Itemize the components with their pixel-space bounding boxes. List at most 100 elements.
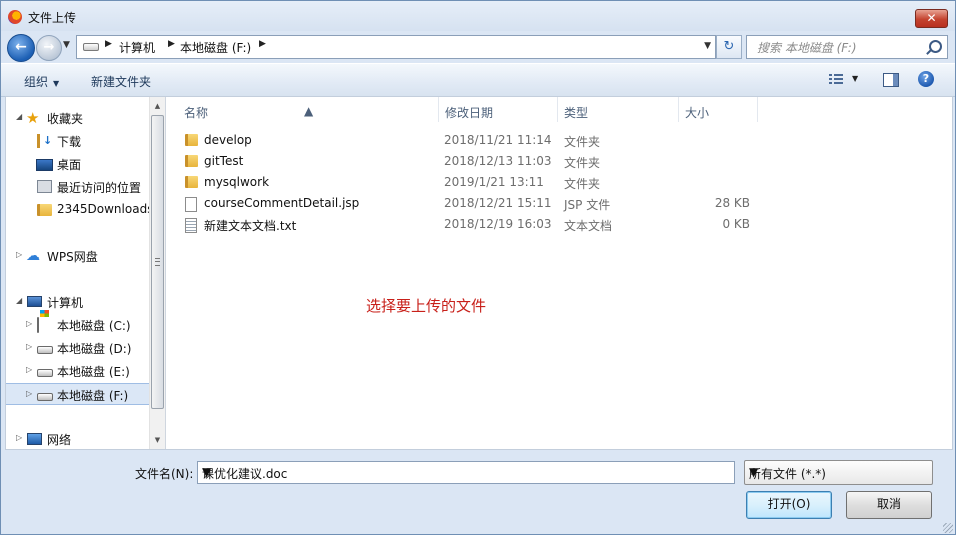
folder-icon: [185, 176, 198, 188]
sidebar-item-network[interactable]: ▷ 网络: [6, 428, 149, 449]
sidebar-item-favorites[interactable]: ◢ ★ 收藏夹: [6, 107, 149, 129]
file-date: 2018/12/21 15:11: [444, 196, 552, 210]
window-title: 文件上传: [28, 11, 77, 25]
collapse-arrow-icon[interactable]: ▷: [26, 365, 32, 374]
file-size: 0 KB: [722, 217, 750, 231]
sidebar-label-drive-e: 本地磁盘 (E:): [57, 365, 130, 379]
organize-menu[interactable]: 组织 ▼: [24, 73, 59, 90]
navigation-pane: ◢ ★ 收藏夹 下载 桌面 最近访问的位置 2345Downloads ▷: [6, 97, 149, 449]
file-row[interactable]: mysqlwork 2019/1/21 13:11 文件夹: [166, 172, 952, 193]
column-divider[interactable]: [757, 97, 758, 122]
drive-icon: [37, 369, 53, 377]
file-name: develop: [204, 133, 252, 147]
file-row[interactable]: develop 2018/11/21 11:14 文件夹: [166, 130, 952, 151]
collapse-arrow-icon[interactable]: ▷: [16, 433, 22, 442]
file-icon: [185, 197, 197, 212]
sidebar-item-drive-c[interactable]: ▷ 本地磁盘 (C:): [6, 314, 149, 336]
close-button[interactable]: ✕: [915, 9, 948, 28]
sidebar-item-desktop[interactable]: 桌面: [6, 153, 149, 175]
sidebar-label-wps-cloud: WPS网盘: [47, 250, 98, 264]
sidebar-item-downloads[interactable]: 下载: [6, 130, 149, 152]
computer-icon: [27, 296, 42, 307]
sidebar-label-computer: 计算机: [47, 296, 84, 310]
navigation-bar: ← → ▼ ▶ 计算机 ▶ 本地磁盘 (F:) ▶ ▼ ↻ 搜索 本地磁盘 (F…: [1, 31, 955, 62]
new-folder-button[interactable]: 新建文件夹: [91, 73, 151, 90]
breadcrumb-separator-icon[interactable]: ▶: [259, 39, 266, 49]
column-label-date: 修改日期: [445, 106, 494, 120]
sidebar-label-desktop: 桌面: [57, 158, 82, 172]
file-name: courseCommentDetail.jsp: [204, 196, 360, 210]
view-options-icon[interactable]: [829, 74, 843, 86]
command-toolbar: 组织 ▼ 新建文件夹 ▼ ?: [1, 63, 955, 97]
recent-places-icon: [37, 180, 52, 193]
drive-icon: [83, 43, 99, 51]
scrollbar-thumb[interactable]: [151, 115, 164, 409]
organize-label: 组织: [24, 75, 49, 89]
resize-grip-icon[interactable]: [943, 523, 953, 533]
column-label-size: 大小: [685, 106, 710, 120]
address-bar[interactable]: ▶ 计算机 ▶ 本地磁盘 (F:) ▶ ▼: [76, 35, 716, 59]
content-area: ◢ ★ 收藏夹 下载 桌面 最近访问的位置 2345Downloads ▷: [5, 96, 953, 450]
search-placeholder: 搜索 本地磁盘 (F:): [757, 41, 857, 55]
sidebar-item-recent-places[interactable]: 最近访问的位置: [6, 176, 149, 198]
sidebar-item-computer[interactable]: ◢ 计算机: [6, 291, 149, 313]
collapse-arrow-icon[interactable]: ▷: [26, 342, 32, 351]
breadcrumb-separator-icon[interactable]: ▶: [168, 39, 175, 49]
scroll-up-arrow-icon[interactable]: ▲: [150, 99, 165, 113]
breadcrumb-computer[interactable]: 计算机: [119, 39, 155, 56]
address-dropdown-icon[interactable]: ▼: [704, 41, 711, 51]
system-drive-icon: [37, 317, 39, 333]
dialog-footer: 文件名(N): 课优化建议.doc ▼ 所有文件 (*.*) ▼ 打开(O) 取…: [1, 449, 955, 534]
filetype-dropdown-icon[interactable]: ▼: [749, 465, 926, 479]
sidebar-item-drive-d[interactable]: ▷ 本地磁盘 (D:): [6, 337, 149, 359]
file-upload-dialog: 文件上传 ✕ ← → ▼ ▶ 计算机 ▶ 本地磁盘 (F:) ▶ ▼ ↻ 搜索 …: [0, 0, 956, 535]
collapse-arrow-icon[interactable]: ▷: [26, 319, 32, 328]
sidebar-scrollbar[interactable]: ▲ ▼: [149, 97, 166, 449]
file-type: 文本文档: [564, 219, 613, 233]
file-list: 名称 ▲ 修改日期 类型 大小 develop 2018/11/21 11:14…: [166, 97, 952, 449]
column-header-name[interactable]: 名称 ▲: [166, 97, 436, 122]
forward-button[interactable]: →: [36, 35, 62, 61]
search-icon[interactable]: [929, 40, 942, 53]
file-row[interactable]: courseCommentDetail.jsp 2018/12/21 15:11…: [166, 193, 952, 214]
column-header-date[interactable]: 修改日期: [439, 97, 557, 122]
breadcrumb-drive-f[interactable]: 本地磁盘 (F:): [180, 39, 251, 56]
file-name: mysqlwork: [204, 175, 270, 189]
drive-icon: [37, 393, 53, 401]
expand-arrow-icon[interactable]: ◢: [16, 296, 22, 305]
open-button[interactable]: 打开(O): [746, 491, 832, 519]
view-dropdown-icon[interactable]: ▼: [852, 74, 858, 83]
help-icon[interactable]: ?: [918, 71, 934, 87]
file-row[interactable]: 新建文本文档.txt 2018/12/19 16:03 文本文档 0 KB: [166, 214, 952, 235]
title-bar: 文件上传 ✕: [1, 1, 955, 31]
preview-pane-icon[interactable]: [883, 73, 899, 87]
sidebar-label-favorites: 收藏夹: [47, 112, 84, 126]
back-button[interactable]: ←: [7, 34, 35, 62]
expand-arrow-icon[interactable]: ◢: [16, 112, 22, 121]
folder-icon: [37, 204, 52, 216]
filename-dropdown-icon[interactable]: ▼: [202, 465, 728, 479]
sidebar-item-wps-cloud[interactable]: ▷ ☁ WPS网盘: [6, 245, 149, 267]
sidebar-item-2345downloads[interactable]: 2345Downloads: [6, 199, 149, 221]
collapse-arrow-icon[interactable]: ▷: [16, 250, 22, 259]
filetype-select[interactable]: 所有文件 (*.*) ▼: [744, 460, 933, 485]
column-header-size[interactable]: 大小: [679, 97, 757, 122]
downloads-folder-icon: [37, 134, 40, 148]
sidebar-item-drive-e[interactable]: ▷ 本地磁盘 (E:): [6, 360, 149, 382]
cancel-button[interactable]: 取消: [846, 491, 932, 519]
breadcrumb-separator-icon[interactable]: ▶: [105, 39, 112, 49]
recent-pages-arrow-icon[interactable]: ▼: [63, 40, 70, 50]
filename-input[interactable]: 课优化建议.doc ▼: [197, 461, 735, 484]
search-input[interactable]: 搜索 本地磁盘 (F:): [746, 35, 948, 59]
collapse-arrow-icon[interactable]: ▷: [26, 389, 32, 398]
star-icon: ★: [26, 109, 40, 127]
file-date: 2018/11/21 11:14: [444, 133, 552, 147]
scroll-down-arrow-icon[interactable]: ▼: [150, 433, 165, 447]
column-header-type[interactable]: 类型: [558, 97, 678, 122]
file-row[interactable]: gitTest 2018/12/13 11:03 文件夹: [166, 151, 952, 172]
file-type: 文件夹: [564, 177, 601, 191]
refresh-button[interactable]: ↻: [716, 35, 742, 59]
sidebar-label-downloads: 下载: [57, 135, 82, 149]
column-label-type: 类型: [564, 106, 589, 120]
sidebar-item-drive-f[interactable]: ▷ 本地磁盘 (F:): [6, 383, 149, 405]
